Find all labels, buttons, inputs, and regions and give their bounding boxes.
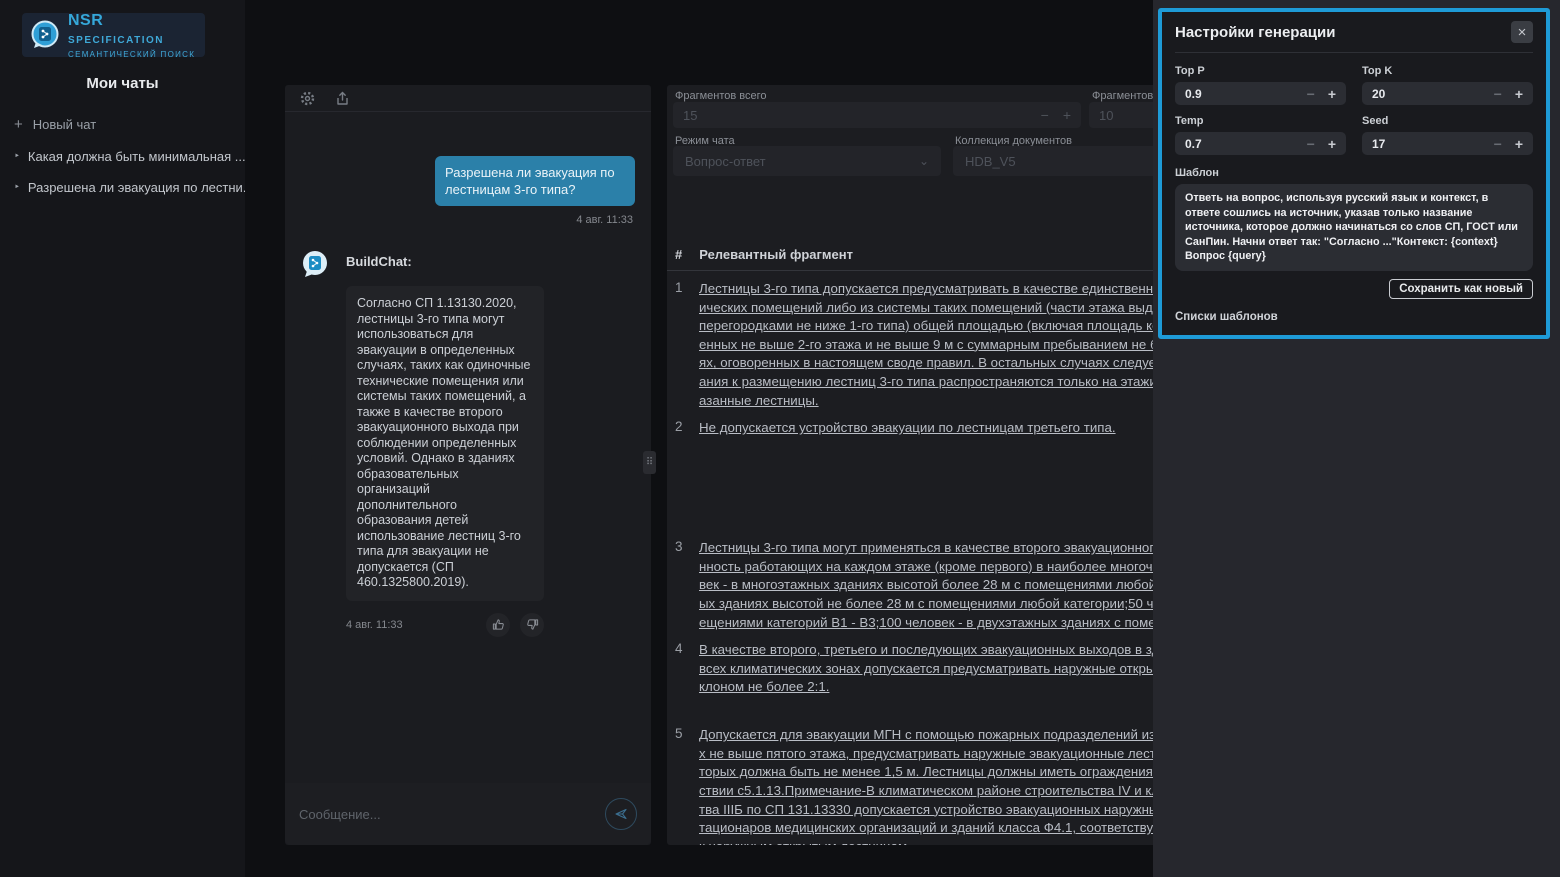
user-message-bubble: Разрешена ли эвакуация по лестницам 3-го… bbox=[435, 156, 635, 206]
top-p-field: Top P 0.9 − + bbox=[1175, 65, 1346, 105]
fragments-answer-value: 10 bbox=[1099, 108, 1113, 123]
assistant-name: BuildChat: bbox=[346, 254, 412, 269]
plus-stepper[interactable]: + bbox=[1063, 107, 1071, 123]
plus-stepper[interactable]: + bbox=[1515, 136, 1523, 152]
seed-input[interactable]: 17 − + bbox=[1362, 132, 1533, 155]
minus-stepper[interactable]: − bbox=[1494, 136, 1502, 152]
temp-field: Temp 0.7 − + bbox=[1175, 115, 1346, 155]
logo-title: NSR bbox=[68, 12, 103, 29]
chat-toolbar bbox=[285, 85, 651, 112]
save-as-new-button[interactable]: Сохранить как новый bbox=[1389, 279, 1533, 299]
fragment-number: 3 bbox=[675, 539, 687, 632]
header-num: # bbox=[675, 247, 682, 262]
minus-stepper[interactable]: − bbox=[1494, 86, 1502, 102]
fragments-total-input[interactable]: 15 − + bbox=[673, 102, 1081, 128]
thumbs-down-icon[interactable] bbox=[520, 613, 544, 637]
chat-messages: Разрешена ли эвакуация по лестницам 3-го… bbox=[285, 112, 651, 783]
sidebar-chat-item-2[interactable]: ‣ Разрешена ли эвакуация по лестни... bbox=[14, 180, 245, 195]
chevron-right-icon: ‣ bbox=[14, 151, 20, 162]
plus-icon: + bbox=[14, 116, 23, 133]
top-k-input[interactable]: 20 − + bbox=[1362, 82, 1533, 105]
chat-mode-value: Вопрос-ответ bbox=[685, 154, 766, 169]
assistant-message-footer: 4 авг. 11:33 bbox=[346, 613, 544, 637]
top-p-input[interactable]: 0.9 − + bbox=[1175, 82, 1346, 105]
new-chat-button[interactable]: + Новый чат bbox=[14, 116, 245, 133]
logo-subtitle: SPECIFICATION bbox=[68, 35, 164, 46]
top-k-value: 20 bbox=[1372, 87, 1385, 101]
seed-value: 17 bbox=[1372, 137, 1385, 151]
nsr-logo-icon bbox=[30, 20, 60, 50]
grip-dots-icon: ⠿ bbox=[646, 457, 653, 468]
temp-label: Temp bbox=[1175, 115, 1346, 127]
logo-text: NSR SPECIFICATION СЕМАНТИЧЕСКИЙ ПОИСК bbox=[68, 12, 197, 59]
message-input-placeholder: Сообщение... bbox=[299, 807, 381, 822]
seed-label: Seed bbox=[1362, 115, 1533, 127]
generation-settings-panel: Настройки генерации × Top P 0.9 − + Top … bbox=[1158, 8, 1550, 339]
my-chats-title: Мои чаты bbox=[0, 75, 245, 92]
gear-icon[interactable] bbox=[299, 90, 316, 107]
top-p-value: 0.9 bbox=[1185, 87, 1202, 101]
close-icon[interactable]: × bbox=[1511, 21, 1533, 43]
top-k-field: Top K 20 − + bbox=[1362, 65, 1533, 105]
top-p-label: Top P bbox=[1175, 65, 1346, 77]
send-button[interactable] bbox=[605, 798, 637, 830]
temp-value: 0.7 bbox=[1185, 137, 1202, 151]
user-message-time: 4 авг. 11:33 bbox=[301, 214, 633, 226]
fragment-link[interactable]: Не допускается устройство эвакуации по л… bbox=[699, 419, 1116, 530]
temp-input[interactable]: 0.7 − + bbox=[1175, 132, 1346, 155]
logo-tagline: СЕМАНТИЧЕСКИЙ ПОИСК bbox=[68, 50, 197, 59]
share-export-icon[interactable] bbox=[334, 90, 351, 107]
thumbs-up-icon[interactable] bbox=[486, 613, 510, 637]
fragment-number: 2 bbox=[675, 419, 687, 530]
chevron-down-icon: ⌄ bbox=[919, 154, 929, 168]
panel-resize-handle[interactable]: ⠿ bbox=[643, 451, 656, 474]
minus-stepper[interactable]: − bbox=[1307, 136, 1315, 152]
top-k-label: Top K bbox=[1362, 65, 1533, 77]
chat-item-label: Какая должна быть минимальная ... bbox=[28, 149, 245, 164]
template-label: Шаблон bbox=[1175, 167, 1533, 179]
settings-drawer: Настройки генерации × Top P 0.9 − + Top … bbox=[1153, 0, 1560, 877]
fragment-number: 1 bbox=[675, 280, 687, 410]
chat-panel: Разрешена ли эвакуация по лестницам 3-го… bbox=[285, 85, 651, 845]
fragments-total-label: Фрагментов всего bbox=[675, 90, 767, 102]
settings-title: Настройки генерации bbox=[1175, 24, 1335, 41]
new-chat-label: Новый чат bbox=[33, 117, 96, 132]
sidebar: NSR SPECIFICATION СЕМАНТИЧЕСКИЙ ПОИСК Мо… bbox=[0, 0, 245, 877]
fragment-number: 4 bbox=[675, 641, 687, 717]
fragments-total-value: 15 bbox=[683, 108, 697, 123]
seed-field: Seed 17 − + bbox=[1362, 115, 1533, 155]
templates-list-label: Списки шаблонов bbox=[1175, 311, 1533, 323]
chevron-right-icon: ‣ bbox=[14, 182, 20, 193]
buildchat-avatar bbox=[301, 250, 329, 278]
plus-stepper[interactable]: + bbox=[1515, 86, 1523, 102]
template-textarea[interactable]: Ответь на вопрос, используя русский язык… bbox=[1175, 184, 1533, 271]
chat-mode-select[interactable]: Вопрос-ответ ⌄ bbox=[673, 146, 941, 176]
sidebar-chat-item-1[interactable]: ‣ Какая должна быть минимальная ... bbox=[14, 149, 245, 164]
assistant-message-row: BuildChat: bbox=[301, 250, 635, 278]
plus-stepper[interactable]: + bbox=[1328, 86, 1336, 102]
app-root: NSR SPECIFICATION СЕМАНТИЧЕСКИЙ ПОИСК Мо… bbox=[0, 0, 1560, 877]
minus-stepper[interactable]: − bbox=[1041, 107, 1049, 123]
assistant-message-bubble: Согласно СП 1.13130.2020, лестницы 3-го … bbox=[346, 286, 544, 601]
minus-stepper[interactable]: − bbox=[1307, 86, 1315, 102]
header-title: Релевантный фрагмент bbox=[699, 247, 853, 262]
plus-stepper[interactable]: + bbox=[1328, 136, 1336, 152]
collection-value: HDB_V5 bbox=[965, 154, 1016, 169]
assistant-message-time: 4 авг. 11:33 bbox=[346, 619, 403, 631]
chat-item-label: Разрешена ли эвакуация по лестни... bbox=[28, 180, 245, 195]
fragment-number: 5 bbox=[675, 726, 687, 845]
app-logo: NSR SPECIFICATION СЕМАНТИЧЕСКИЙ ПОИСК bbox=[22, 13, 205, 57]
message-input[interactable]: Сообщение... bbox=[285, 783, 651, 845]
